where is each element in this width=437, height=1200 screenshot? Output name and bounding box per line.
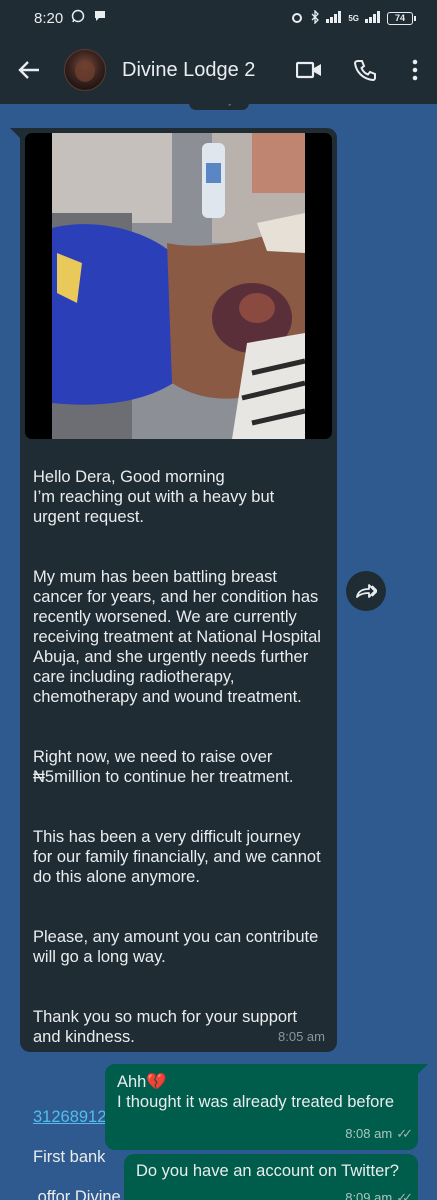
avatar[interactable]: [64, 49, 106, 91]
photo-content: [52, 133, 305, 439]
double-check-icon: ✓✓: [396, 1126, 413, 1141]
contact-name[interactable]: Divine Lodge 2: [122, 59, 281, 82]
forward-icon: [356, 584, 377, 598]
more-options-button[interactable]: [393, 36, 437, 104]
incoming-message-bubble[interactable]: Hello Dera, Good morning I’m reaching ou…: [10, 128, 337, 1200]
message-paragraph: Right now, we need to raise over ₦5milli…: [33, 748, 294, 786]
network-label: 5G: [348, 13, 359, 23]
outgoing-message-bubble[interactable]: Ahh💔 I thought it was already treated be…: [105, 1064, 428, 1150]
signal-icon-2: [365, 10, 381, 26]
message-paragraph: This has been a very difficult journey f…: [33, 828, 321, 886]
forward-button[interactable]: [346, 571, 386, 611]
message-text: Do you have an account on Twitter?: [136, 1162, 399, 1180]
message-timestamp: 8:05 am: [278, 1029, 325, 1044]
arrow-left-icon: [18, 61, 39, 79]
more-vertical-icon: [412, 59, 418, 81]
status-bar: 8:20 5G 74: [0, 0, 437, 36]
bluetooth-icon: [310, 8, 320, 27]
video-call-button[interactable]: [281, 36, 337, 104]
status-time: 8:20: [34, 9, 64, 27]
message-text-line: Ahh💔: [117, 1073, 167, 1091]
chat-header: Divine Lodge 2: [0, 36, 437, 104]
message-paragraph: Hello Dera, Good morning I’m reaching ou…: [33, 468, 275, 526]
message-photo[interactable]: [25, 133, 332, 439]
alarm-icon: [290, 10, 304, 27]
phone-icon: [354, 60, 376, 81]
whatsapp-notification-icon: [71, 9, 85, 27]
outgoing-message-bubble[interactable]: Do you have an account on Twitter? 8:09 …: [124, 1154, 418, 1200]
chat-notification-icon: [93, 9, 107, 27]
message-meta: 8:08 am ✓✓: [345, 1124, 413, 1144]
message-text-line: I thought it was already treated before: [117, 1093, 395, 1111]
battery-icon: 74: [387, 11, 416, 25]
message-timestamp: 8:08 am: [345, 1126, 393, 1141]
video-camera-icon: [296, 61, 321, 79]
signal-icon: [326, 10, 342, 26]
message-timestamp: 8:09 am: [345, 1190, 393, 1200]
message-paragraph: Please, any amount you can contribute wi…: [33, 928, 319, 966]
message-paragraph: My mum has been battling breast cancer f…: [33, 568, 321, 706]
voice-call-button[interactable]: [337, 36, 393, 104]
back-button[interactable]: [0, 36, 58, 104]
message-meta: 8:09 am ✓✓: [345, 1188, 413, 1200]
double-check-icon: ✓✓: [396, 1190, 413, 1200]
